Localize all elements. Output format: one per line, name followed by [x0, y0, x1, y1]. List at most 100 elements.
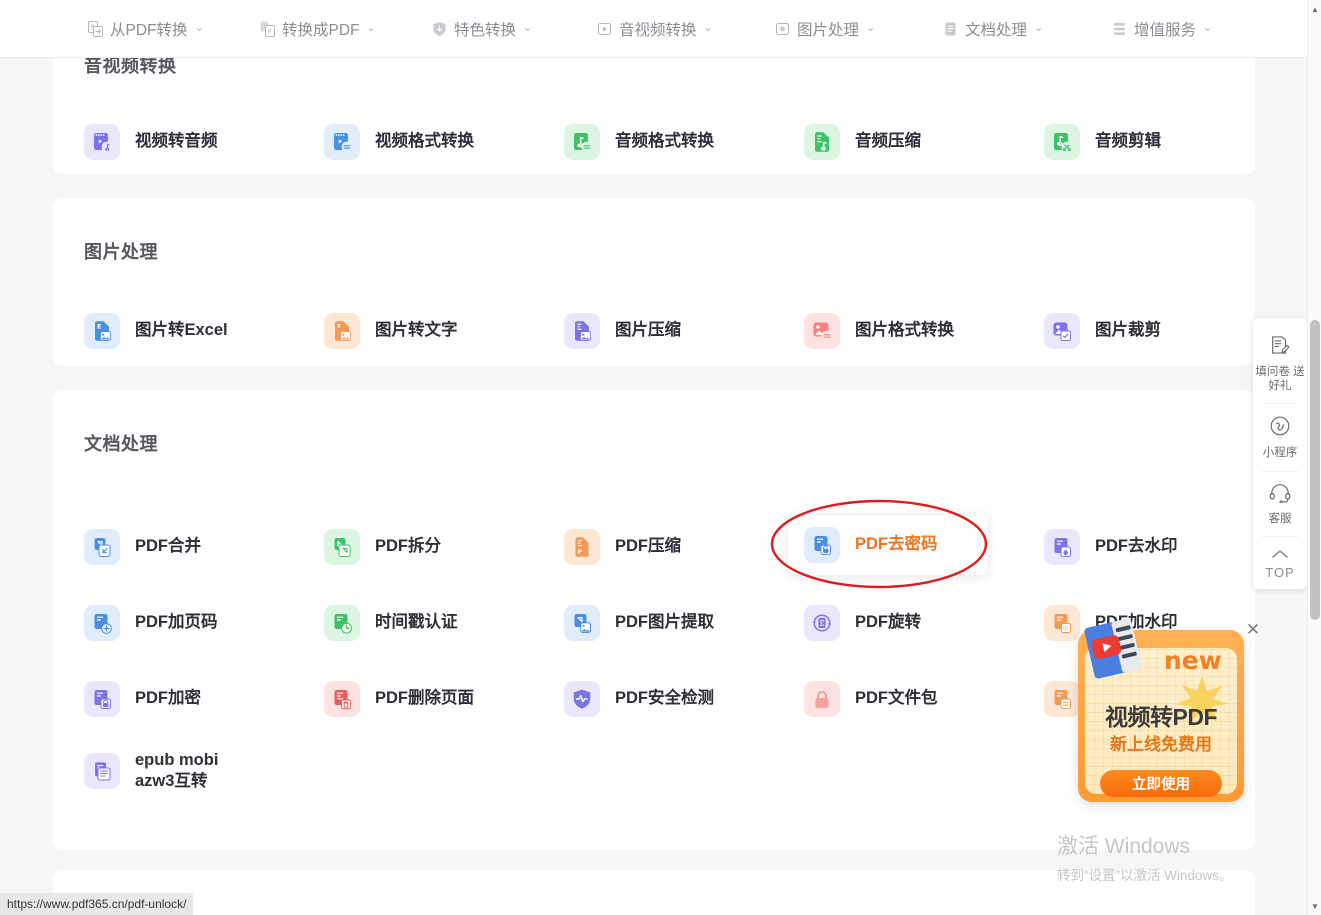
- tool-label: PDF合并: [135, 537, 201, 556]
- tool-label: 音频剪辑: [1095, 132, 1161, 151]
- close-icon[interactable]: ✕: [1244, 621, 1262, 640]
- watermark-title: 激活 Windows: [1057, 835, 1191, 858]
- tool-label: 时间戳认证: [375, 613, 458, 632]
- document-icon: [943, 21, 958, 37]
- nav-item-label: 图片处理: [797, 21, 860, 39]
- tool-pdf-security-scan[interactable]: PDF安全检测: [564, 681, 714, 717]
- pdf-encrypt-icon: [84, 681, 120, 717]
- tool-image-to-text[interactable]: T 图片转文字: [324, 313, 458, 349]
- rail-item-label: 小程序: [1262, 447, 1298, 460]
- rail-item-survey[interactable]: 填问卷 送好礼: [1253, 322, 1307, 403]
- image-to-excel-icon: E: [84, 313, 120, 349]
- rail-item-back-to-top[interactable]: TOP: [1253, 536, 1307, 588]
- video-to-pdf-illustration-icon: [1084, 618, 1142, 679]
- tool-pdf-compress[interactable]: P PDF压缩: [564, 529, 681, 565]
- tool-image-compress[interactable]: 图片压缩: [564, 313, 681, 349]
- nav-item-convert-from-pdf[interactable]: P 从PDF转换 ⌄: [88, 18, 204, 40]
- tool-audio-trim[interactable]: 音频剪辑: [1044, 124, 1161, 160]
- nav-item-label: 增值服务: [1134, 21, 1197, 39]
- tool-pdf-add-page-number[interactable]: PDF加页码: [84, 605, 218, 641]
- tool-label: epub mobi azw3互转: [135, 751, 219, 791]
- tool-image-to-excel[interactable]: E 图片转Excel: [84, 313, 228, 349]
- ad-subtitle: 新上线免费用: [1110, 735, 1212, 754]
- watermark-subtitle: 转到“设置”以激活 Windows。: [1057, 868, 1233, 883]
- timestamp-icon: [324, 605, 360, 641]
- image-crop-icon: [1044, 313, 1080, 349]
- tool-image-crop[interactable]: 图片裁剪: [1044, 313, 1161, 349]
- tool-pdf-remove-watermark[interactable]: PDF去水印: [1044, 529, 1178, 565]
- vertical-scrollbar[interactable]: ▲ ▼: [1307, 0, 1321, 915]
- tool-pdf-merge[interactable]: PDF合并: [84, 529, 201, 565]
- nav-item-label: 音视频转换: [619, 21, 697, 39]
- chevron-down-icon: ⌄: [366, 22, 376, 34]
- nav-item-convert-to-pdf[interactable]: P 转换成PDF ⌄: [260, 18, 376, 40]
- pdf-rotate-icon: [804, 605, 840, 641]
- section-card-media: 音视频转换 视频转音频 视频格式转换 音频格式转换 音频压缩 音频剪辑: [53, 58, 1255, 174]
- svg-text:T: T: [337, 324, 341, 330]
- pdf-split-icon: [324, 529, 360, 565]
- ad-cta-button[interactable]: 立即使用: [1100, 770, 1222, 797]
- rail-item-support[interactable]: 客服: [1253, 470, 1307, 537]
- browser-viewport: P 从PDF转换 ⌄ P 转换成PDF ⌄ 特色转换 ⌄ 音视频转换 ⌄ 图片处…: [0, 0, 1321, 915]
- ad-new-badge: new: [1164, 646, 1222, 675]
- floating-side-rail: 填问卷 送好礼 小程序 客服 TOP: [1253, 318, 1307, 589]
- tool-pdf-delete-page[interactable]: PDF删除页面: [324, 681, 474, 717]
- pdf-remove-watermark-icon: [1044, 529, 1080, 565]
- tool-pdf-encrypt[interactable]: PDF加密: [84, 681, 201, 717]
- rail-item-label: 填问卷 送好礼: [1255, 366, 1305, 392]
- shield-star-icon: [432, 21, 447, 37]
- tool-timestamp[interactable]: 时间戳认证: [324, 605, 458, 641]
- tool-audio-format-convert[interactable]: 音频格式转换: [564, 124, 714, 160]
- rail-item-miniprogram[interactable]: 小程序: [1253, 403, 1307, 471]
- image-icon: [775, 21, 790, 37]
- ad-title: 视频转PDF: [1105, 704, 1218, 730]
- pdf-security-scan-icon: [564, 681, 600, 717]
- tool-pdf-rotate[interactable]: PDF旋转: [804, 605, 921, 641]
- nav-item-special-convert[interactable]: 特色转换 ⌄: [432, 18, 532, 40]
- tool-ebook-convert[interactable]: epub mobi azw3互转: [84, 750, 218, 792]
- tool-label: 音频压缩: [855, 132, 921, 151]
- nav-item-image-process[interactable]: 图片处理 ⌄: [775, 18, 875, 40]
- tool-image-format-convert[interactable]: 图片格式转换: [804, 313, 954, 349]
- section-card-image: 图片处理 E 图片转Excel T 图片转文字 图片压缩 图片格式转换 图片裁剪: [53, 198, 1255, 366]
- scroll-up-arrow-icon[interactable]: ▲: [1308, 2, 1321, 16]
- tool-label: 图片压缩: [615, 321, 681, 340]
- pdf-unlock-icon: [804, 527, 840, 563]
- tool-pdf-split[interactable]: PDF拆分: [324, 529, 441, 565]
- pdf-convert-from-icon: P: [88, 20, 103, 37]
- rail-item-label: 客服: [1268, 512, 1292, 525]
- scrollbar-thumb[interactable]: [1310, 320, 1320, 620]
- section-title-media: 音视频转换: [84, 58, 177, 76]
- tool-pdf-portfolio[interactable]: PDF文件包: [804, 681, 938, 717]
- nav-item-label: 从PDF转换: [110, 21, 188, 39]
- nav-item-media-convert[interactable]: 音视频转换 ⌄: [597, 18, 713, 40]
- tool-audio-compress[interactable]: 音频压缩: [804, 124, 921, 160]
- pdf-merge-icon: [84, 529, 120, 565]
- tool-label: PDF文件包: [855, 689, 938, 708]
- pdf-portfolio-icon: [804, 681, 840, 717]
- tool-pdf-extract-image[interactable]: PDF图片提取: [564, 605, 714, 641]
- promo-ad: ✕ new 视频转PDF 新上线免费用 立即使用: [1070, 618, 1260, 802]
- tool-video-format-convert[interactable]: 视频格式转换: [324, 124, 474, 160]
- pdf-add-page-number-icon: [84, 605, 120, 641]
- nav-item-document-process[interactable]: 文档处理 ⌄: [943, 18, 1043, 40]
- pdf-compress-icon: P: [564, 529, 600, 565]
- tool-label: PDF旋转: [855, 613, 921, 632]
- tool-video-to-audio[interactable]: 视频转音频: [84, 124, 218, 160]
- tool-label: PDF安全检测: [615, 689, 714, 708]
- nav-item-value-added[interactable]: 增值服务 ⌄: [1112, 18, 1212, 40]
- scroll-down-arrow-icon[interactable]: ▼: [1308, 899, 1321, 913]
- nav-item-label: 特色转换: [454, 21, 517, 39]
- chevron-down-icon: ⌄: [194, 22, 204, 34]
- section-title-document: 文档处理: [84, 434, 158, 454]
- status-bar-url: https://www.pdf365.cn/pdf-unlock/: [0, 893, 194, 915]
- tool-label: PDF图片提取: [615, 613, 714, 632]
- svg-text:P: P: [578, 550, 582, 556]
- chevron-down-icon: ⌄: [523, 22, 533, 34]
- tool-label: 音频格式转换: [615, 132, 714, 151]
- audio-trim-icon: [1044, 124, 1080, 160]
- video-to-audio-icon: [84, 124, 120, 160]
- tool-label: PDF去密码: [855, 535, 938, 554]
- tool-pdf-unlock[interactable]: PDF去密码: [788, 515, 988, 575]
- rail-back-to-top-label: TOP: [1265, 565, 1295, 581]
